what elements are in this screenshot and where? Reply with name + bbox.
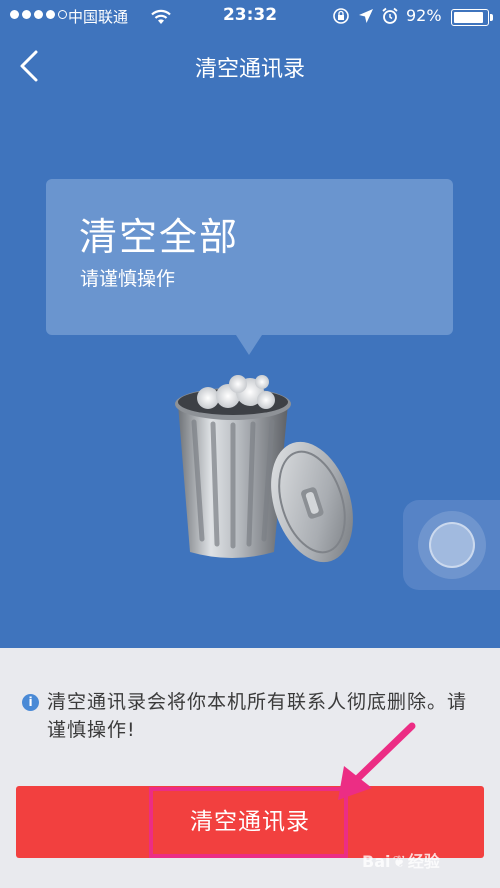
alarm-clock-icon bbox=[382, 7, 398, 24]
battery-tip bbox=[490, 14, 493, 21]
info-notice: i 清空通讯录会将你本机所有联系人彻底删除。请谨慎操作! bbox=[22, 688, 482, 744]
status-bar: 中国联通 23:32 92% bbox=[0, 0, 500, 34]
warning-bubble: 清空全部 请谨慎操作 bbox=[46, 179, 453, 335]
watermark: Bai ❦ 经验 bbox=[362, 848, 440, 872]
trash-can-icon bbox=[175, 375, 353, 563]
battery-percent: 92% bbox=[406, 6, 442, 25]
assistive-touch-button[interactable] bbox=[403, 500, 500, 590]
watermark-brand-right: 经验 bbox=[407, 852, 440, 871]
assistive-touch-icon bbox=[418, 511, 486, 579]
page-title: 清空通讯录 bbox=[194, 57, 305, 82]
rotation-lock-icon bbox=[333, 8, 349, 24]
bubble-headline: 清空全部 bbox=[79, 215, 240, 259]
watermark-brand-left: Bai bbox=[362, 852, 391, 871]
battery-icon bbox=[451, 9, 489, 26]
info-text: 清空通讯录会将你本机所有联系人彻底删除。请谨慎操作! bbox=[47, 691, 468, 741]
nav-bar: 清空通讯录 bbox=[0, 34, 500, 98]
paw-logo-icon: ❦ bbox=[392, 852, 406, 871]
bubble-tail bbox=[236, 335, 262, 355]
info-icon: i bbox=[22, 694, 39, 711]
location-arrow-icon bbox=[359, 9, 373, 23]
bubble-subtitle: 请谨慎操作 bbox=[80, 268, 176, 290]
